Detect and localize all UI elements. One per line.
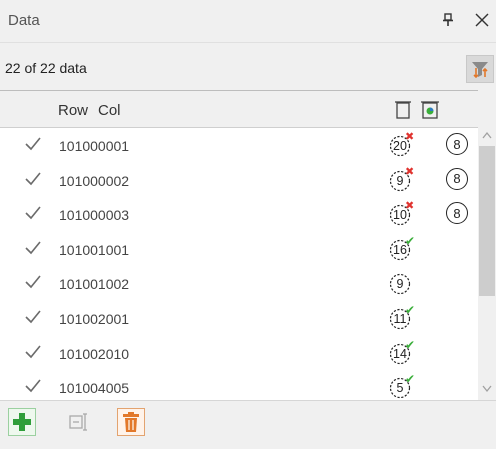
check-icon[interactable] bbox=[25, 241, 41, 255]
list-item[interactable]: 101000003 10 ✖ 8 bbox=[0, 197, 478, 232]
scroll-down-icon[interactable] bbox=[482, 380, 492, 393]
data-list: 101000001 20 ✖ 8 101000002 9 ✖ 8 101000003 10 ✖ 8 10… bbox=[0, 128, 478, 400]
error-mark-icon: ✖ bbox=[405, 131, 415, 143]
trash-icon bbox=[123, 412, 139, 432]
check-icon[interactable] bbox=[25, 310, 41, 324]
document-chart-icon[interactable] bbox=[420, 99, 440, 121]
row-label: 101002010 bbox=[59, 345, 130, 362]
error-mark-icon: ✖ bbox=[405, 200, 415, 213]
check-icon[interactable] bbox=[25, 275, 41, 289]
table-header: Row Col bbox=[0, 90, 496, 128]
data-panel: Data 22 of 22 data Row Col 101000001 20 … bbox=[0, 0, 496, 449]
row-label: 101001002 bbox=[59, 276, 130, 293]
filter-sort-icon bbox=[472, 62, 488, 79]
column-header-col[interactable]: Col bbox=[98, 102, 121, 119]
scroll-up-icon[interactable] bbox=[482, 126, 492, 139]
document-icon[interactable] bbox=[394, 99, 412, 121]
list-item[interactable]: 101001002 9 bbox=[0, 266, 478, 301]
row-label: 101002001 bbox=[59, 311, 130, 327]
count-badge: 9 ✖ bbox=[389, 165, 415, 193]
check-icon[interactable] bbox=[25, 345, 41, 359]
row-label: 101001001 bbox=[59, 241, 130, 258]
extra-count-badge: 8 bbox=[446, 202, 468, 225]
row-label: 101000003 bbox=[59, 207, 130, 224]
list-item[interactable]: 101002010 14 ✔ bbox=[0, 336, 478, 371]
count-value: 9 bbox=[396, 277, 404, 292]
row-label: 101004005 bbox=[59, 380, 130, 397]
filter-sort-button[interactable] bbox=[466, 55, 494, 83]
list-item[interactable]: 101002001 11 ✔ bbox=[0, 301, 478, 336]
count-badge: 16 ✔ bbox=[389, 233, 416, 262]
bottom-toolbar bbox=[0, 400, 496, 449]
ok-mark-icon: ✔ bbox=[405, 303, 416, 317]
check-icon[interactable] bbox=[25, 172, 41, 186]
row-label: 101000001 bbox=[59, 138, 130, 154]
check-icon[interactable] bbox=[25, 137, 41, 151]
check-icon[interactable] bbox=[25, 206, 41, 220]
edit-field-icon bbox=[69, 413, 87, 431]
scroll-thumb[interactable] bbox=[479, 146, 495, 296]
ok-mark-icon: ✔ bbox=[405, 337, 416, 352]
ok-mark-icon: ✔ bbox=[405, 372, 416, 387]
list-item[interactable]: 101001001 16 ✔ bbox=[0, 232, 478, 267]
list-item[interactable]: 101000002 9 ✖ 8 bbox=[0, 163, 478, 198]
list-item[interactable]: 101000001 20 ✖ 8 bbox=[0, 128, 478, 163]
list-item[interactable]: 101004005 5 ✔ bbox=[0, 370, 478, 400]
count-badge: 9 bbox=[389, 270, 415, 296]
summary-bar: 22 of 22 data bbox=[0, 42, 496, 90]
add-button[interactable] bbox=[8, 408, 36, 436]
column-header-row[interactable]: Row bbox=[58, 102, 88, 119]
delete-button[interactable] bbox=[117, 408, 145, 436]
check-icon[interactable] bbox=[25, 379, 41, 393]
count-badge: 10 ✖ bbox=[389, 200, 415, 227]
count-badge: 20 ✖ bbox=[389, 131, 415, 158]
edit-field-button[interactable] bbox=[66, 408, 94, 436]
extra-count-badge: 8 bbox=[446, 133, 468, 155]
panel-titlebar: Data bbox=[0, 0, 496, 42]
ok-mark-icon: ✔ bbox=[405, 233, 416, 248]
close-icon[interactable] bbox=[470, 8, 494, 32]
pin-icon[interactable] bbox=[436, 8, 460, 32]
vertical-scrollbar[interactable] bbox=[478, 90, 496, 400]
data-count: 22 of 22 data bbox=[5, 60, 87, 76]
row-label: 101000002 bbox=[59, 172, 130, 189]
extra-count-badge: 8 bbox=[446, 167, 468, 190]
error-mark-icon: ✖ bbox=[405, 165, 415, 178]
count-badge: 14 ✔ bbox=[389, 337, 416, 366]
plus-icon bbox=[13, 413, 31, 431]
panel-title: Data bbox=[8, 12, 40, 29]
count-badge: 5 ✔ bbox=[389, 372, 416, 400]
count-badge: 11 ✔ bbox=[389, 303, 416, 331]
